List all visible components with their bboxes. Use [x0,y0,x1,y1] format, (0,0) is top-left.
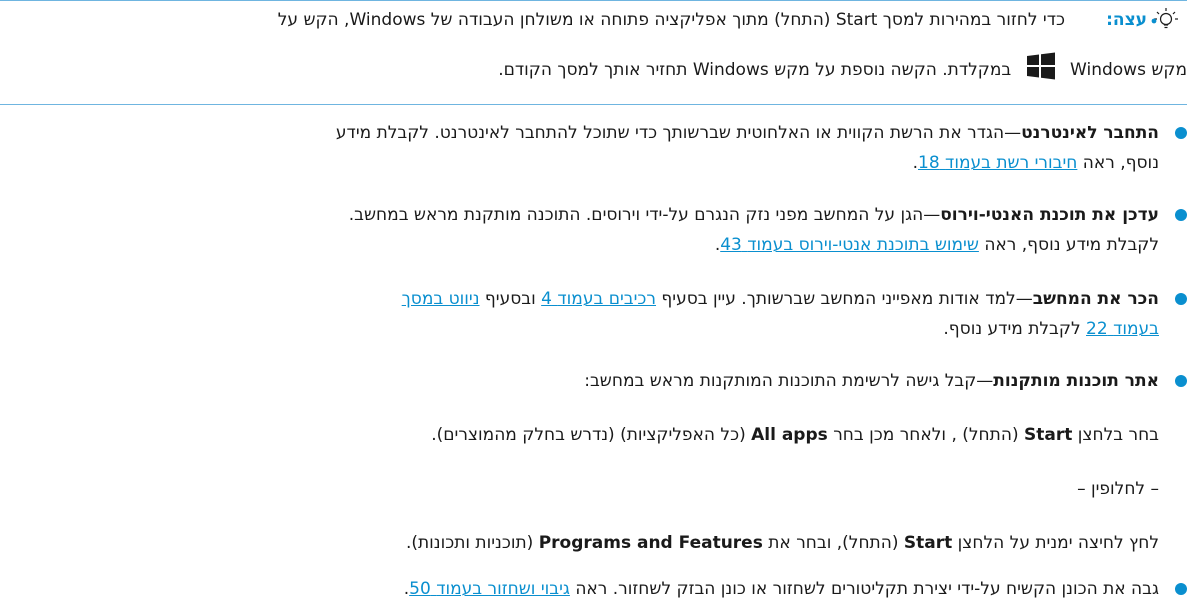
sub-text: בחר בלחצן [1077,425,1159,445]
sub-line-alternative: – לחלופין – [1077,474,1159,504]
item-text: התחבר לאינטרנט—הגדר את הרשת הקווית או הא… [0,118,1159,178]
tip-line-2: מקש Windows במקלדת. הקשה נוספת על מקש Wi… [207,51,1187,84]
tip-label: עצה: [1106,10,1147,30]
link-page: 18 [918,153,940,173]
item-description: —הגדר את הרשת הקווית או האלחוטית שברשותך… [335,123,1022,143]
item-term: עדכן את תוכנת האנטי-וירוס [940,205,1159,225]
link-page: 50 [409,579,431,599]
sub-line-all-apps: בחר בלחצן Start (התחל) , ולאחר מכן בחר A… [431,420,1159,450]
item-line2-after: לקבלת מידע נוסף. [943,319,1081,339]
item-description: —קבל גישה לרשימת התוכנות המותקנות מראש ב… [584,371,994,391]
network-connections-link[interactable]: חיבורי רשת בעמוד 18 [918,153,1077,173]
item-term: התחבר לאינטרנט [1021,123,1159,143]
sub-line-programs-features: לחץ לחיצה ימנית על הלחצן Start (התחל), ו… [406,528,1159,558]
item-mid: ובסעיף [484,289,536,309]
item-text: הכר את המחשב—למד אודות מאפייני המחשב שבר… [0,284,1159,344]
item-text: עדכן את תוכנת האנטי-וירוס—הגן על המחשב מ… [0,200,1159,260]
tip-line-2-after: במקלדת. הקשה נוספת על מקש Windows תחזיר … [498,60,1012,80]
link-text: בעמוד [1113,319,1159,339]
screen-navigation-link-cont[interactable]: בעמוד 22 [1086,319,1159,339]
sub-bold-programs-features: Programs and Features [538,533,763,553]
link-page: 4 [541,289,552,309]
item-description: —הגן על המחשב מפני נזק הנגרם על-ידי וירו… [348,205,941,225]
tip-bottom-rule [0,104,1187,105]
sub-text: לחץ לחיצה ימנית על הלחצן [957,533,1159,553]
bullet [1175,583,1187,595]
link-text: ניווט במסך [401,289,480,309]
tip-line-2-before: מקש Windows [1070,60,1187,80]
components-link[interactable]: רכיבים בעמוד 4 [541,289,656,309]
item-text: גבה את הכונן הקשיח על-ידי יצירת תקליטורי… [0,574,1159,604]
link-text: חיבורי רשת בעמוד [945,153,1078,173]
sub-text: (התחל), ובחר את [768,533,899,553]
lightbulb-icon [1151,8,1178,29]
sub-text: (התחל) , ולאחר מכן בחר [833,425,1019,445]
link-page: 22 [1086,319,1108,339]
sub-bold-start: Start [903,533,953,553]
backup-restore-link[interactable]: גיבוי ושחזור בעמוד 50 [409,579,570,599]
windows-logo-icon [1026,52,1055,80]
screen-navigation-link[interactable]: ניווט במסך [402,289,480,309]
item-text: אתר תוכנות מותקנות—קבל גישה לרשימת התוכנ… [0,366,1159,396]
sub-bold-all-apps: All apps [751,425,828,445]
sub-text: (תוכניות ותכונות). [405,533,534,553]
item-term: הכר את המחשב [1032,289,1159,309]
link-page: 43 [720,235,742,255]
sub-text: (כל האפליקציות) (נדרש בחלק מהמוצרים). [431,425,746,445]
sub-bold-start: Start [1023,425,1073,445]
document-page: עצה: כדי לחזור במהירות למסך Start (התחל)… [0,0,1187,604]
link-text: רכיבים בעמוד [557,289,657,309]
alternative-text: – לחלופין – [1077,479,1159,499]
bullet [1175,127,1187,139]
tip-line-1: כדי לחזור במהירות למסך Start (התחל) מתוך… [277,10,1065,30]
link-text: גיבוי ושחזור בעמוד [436,579,570,599]
item-line2-before: נוסף, ראה [1082,153,1159,173]
antivirus-software-link[interactable]: שימוש בתוכנת אנטי-וירוס בעמוד 43 [720,235,979,255]
bullet [1175,375,1187,387]
item-description: —למד אודות מאפייני המחשב שברשותך. עיין ב… [661,289,1033,309]
link-text: שימוש בתוכנת אנטי-וירוס בעמוד [747,235,979,255]
bullet [1175,293,1187,305]
item-line2-before: לקבלת מידע נוסף, ראה [984,235,1159,255]
tip-top-rule [0,0,1187,1]
item-description: גבה את הכונן הקשיח על-ידי יצירת תקליטורי… [575,579,1159,599]
tip-box: עצה: כדי לחזור במהירות למסך Start (התחל)… [0,0,1187,105]
bullet [1175,209,1187,221]
item-term: אתר תוכנות מותקנות [993,371,1159,391]
